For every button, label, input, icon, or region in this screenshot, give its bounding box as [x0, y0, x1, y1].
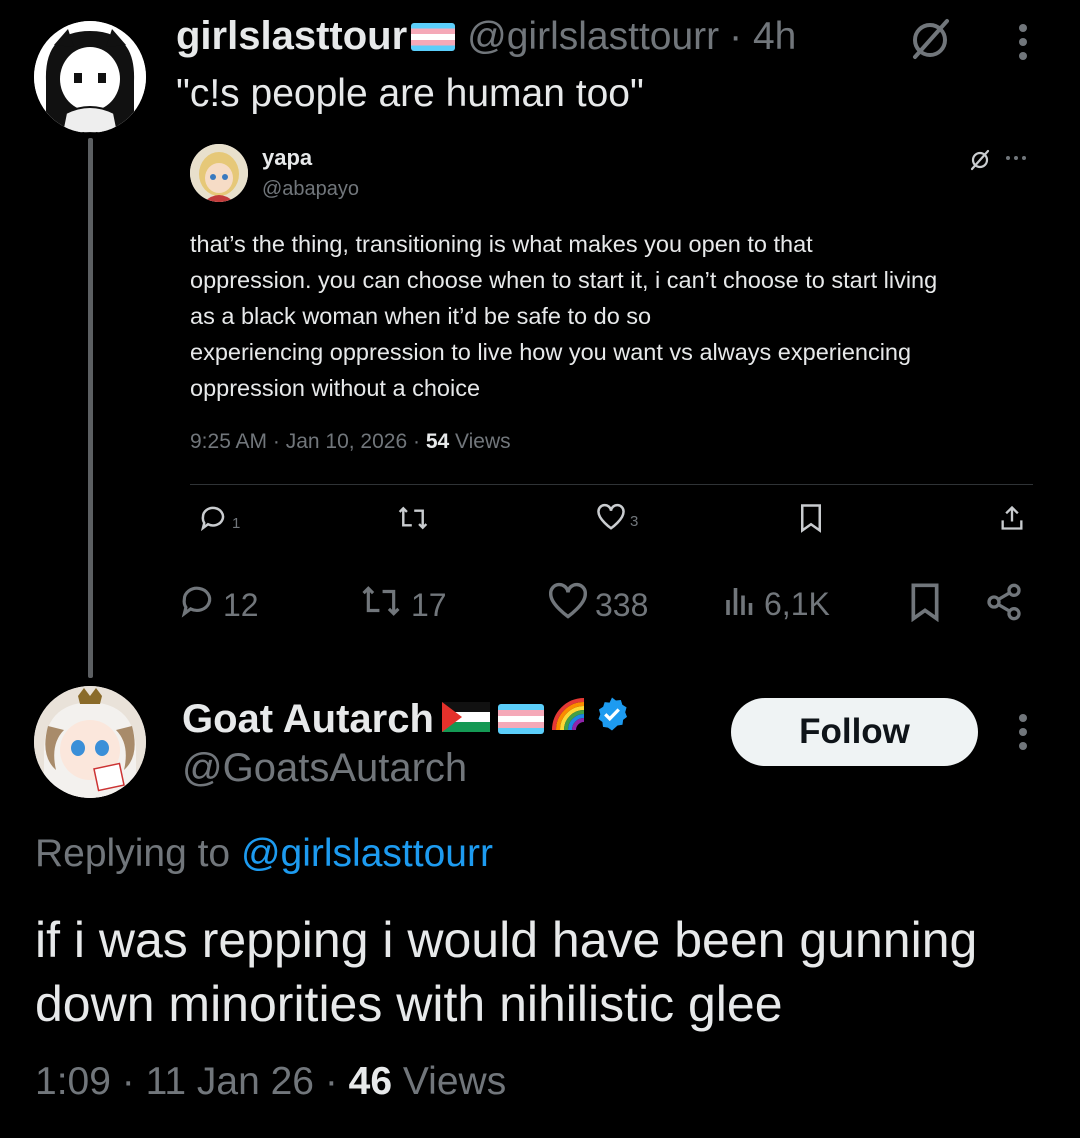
reply-timestamp[interactable]: 1:09 · 11 Jan 26 ·	[35, 1060, 349, 1103]
bookmark-icon	[798, 503, 824, 537]
quoted-line: oppression without a choice	[190, 375, 481, 401]
reply-views-count: 46	[348, 1060, 393, 1103]
views-button[interactable]: 6,1K	[722, 582, 830, 626]
rainbow-icon	[551, 697, 586, 742]
share-button[interactable]	[984, 582, 1024, 630]
more-vertical-icon[interactable]	[1006, 710, 1040, 754]
like-button[interactable]: 338	[547, 582, 648, 628]
quoted-handle: @abapayo	[262, 178, 360, 200]
quoted-share-action	[998, 503, 1026, 537]
follow-button[interactable]: Follow	[731, 698, 978, 766]
quoted-avatar	[190, 144, 248, 202]
replying-to: Replying to @girlslasttourr	[35, 832, 493, 876]
retweet-icon	[396, 503, 430, 537]
reply-button[interactable]: 12	[177, 582, 259, 628]
quoted-meta: 9:25 AM · Jan 10, 2026 · 54 Views	[190, 430, 511, 454]
avatar[interactable]	[34, 21, 146, 133]
quoted-more-icon	[1004, 150, 1028, 166]
tweet-time[interactable]: · 4h	[729, 15, 796, 59]
reply-count: 12	[223, 586, 259, 623]
like-count: 338	[595, 586, 649, 623]
quoted-slash-circle-icon	[966, 146, 994, 174]
reply-display-name[interactable]: Goat Autarch	[182, 697, 434, 742]
replying-prefix: Replying to	[35, 832, 241, 875]
retweet-count: 17	[411, 586, 447, 623]
reply-meta: 1:09 · 11 Jan 26 · 46 Views	[35, 1060, 506, 1104]
quoted-reply-count: 1	[232, 514, 241, 532]
quoted-views-label: Views	[449, 430, 511, 453]
reply-icon	[198, 503, 228, 537]
reply-avatar[interactable]	[34, 686, 146, 798]
display-name[interactable]: girlslasttour	[176, 14, 407, 59]
quoted-line: oppression. you can choose when to start…	[190, 267, 938, 293]
divider	[190, 484, 1033, 485]
reply-icon	[177, 582, 217, 628]
reply-tweet-text: if i was repping i would have been gunni…	[35, 912, 978, 1032]
author-handle[interactable]: @girlslasttourr	[467, 15, 719, 59]
quoted-line: as a black woman when it’d be safe to do…	[190, 303, 652, 329]
quoted-display-name: yapa	[262, 145, 313, 170]
retweet-icon	[357, 582, 405, 628]
trans-flag-icon	[497, 704, 544, 734]
heart-icon	[547, 582, 589, 628]
slash-circle-icon[interactable]	[900, 12, 960, 68]
reply-views-label: Views	[392, 1060, 507, 1103]
more-vertical-icon[interactable]	[1006, 20, 1040, 64]
tweet-text: "c!s people are human too"	[176, 72, 644, 115]
bookmark-icon	[908, 582, 942, 630]
quoted-line: experiencing oppression to live how you …	[190, 339, 912, 365]
reply-author-handle[interactable]: @GoatsAutarch	[182, 746, 467, 791]
quoted-tweet-text: that’s the thing, transitioning is what …	[190, 226, 1040, 406]
quoted-line: that’s the thing, transitioning is what …	[190, 231, 813, 257]
palestine-flag-icon	[441, 697, 490, 742]
trans-flag-icon	[411, 22, 456, 51]
retweet-button[interactable]: 17	[357, 582, 447, 628]
bar-chart-icon	[722, 582, 758, 626]
verified-badge-icon[interactable]	[594, 696, 630, 742]
bookmark-button[interactable]	[908, 582, 942, 630]
quoted-bookmark-action	[798, 503, 824, 537]
share-icon	[984, 582, 1024, 630]
quoted-reply-action: 1	[198, 503, 240, 537]
quoted-retweet-action	[396, 503, 430, 537]
reply-author-name[interactable]: Goat Autarch	[182, 696, 630, 742]
quoted-views-count: 54	[425, 430, 450, 453]
heart-icon	[596, 503, 626, 535]
quoted-timestamp: 9:25 AM · Jan 10, 2026 ·	[190, 430, 426, 453]
share-icon	[998, 503, 1026, 537]
author-name[interactable]: girlslasttour @girlslasttourr · 4h	[176, 14, 796, 59]
quoted-like-count: 3	[630, 512, 639, 530]
quoted-like-action: 3	[596, 503, 638, 535]
views-count: 6,1K	[764, 585, 830, 622]
thread-line	[88, 138, 93, 678]
replying-to-link[interactable]: @girlslasttourr	[241, 832, 493, 875]
